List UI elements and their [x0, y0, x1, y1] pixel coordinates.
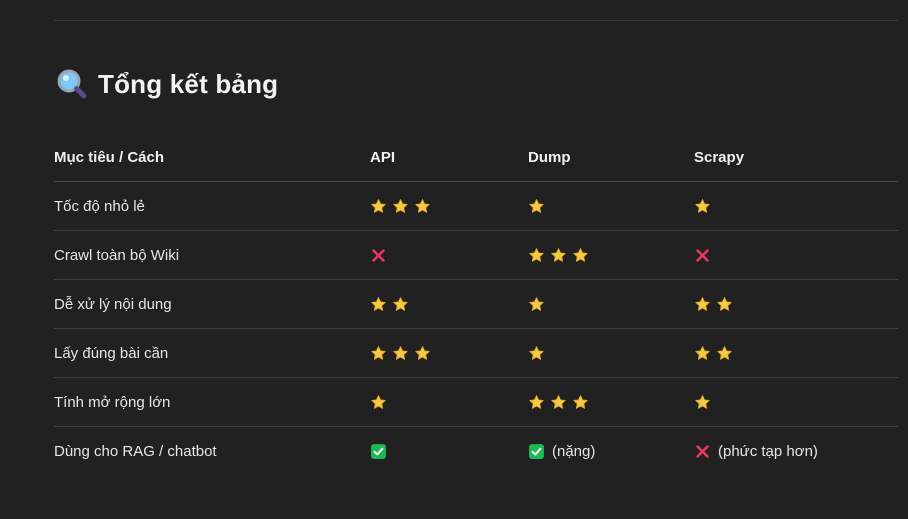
- star-icon: [392, 345, 409, 362]
- row-label: Dễ xử lý nội dung: [54, 279, 370, 329]
- rating-cell-dump: (nặng): [528, 427, 694, 476]
- star-icon: [694, 296, 711, 313]
- rating-cell-dump: [528, 230, 694, 280]
- star-icon: [528, 198, 545, 215]
- rating-cell-scrapy: [694, 377, 898, 427]
- cell-note: (nặng): [552, 442, 596, 460]
- star-icon: [716, 296, 733, 313]
- row-label: Tốc độ nhỏ lẻ: [54, 181, 370, 231]
- star-icon: [528, 394, 545, 411]
- star-icon: [370, 394, 387, 411]
- rating-cell-dump: [528, 181, 694, 231]
- cross-icon: [694, 247, 711, 264]
- section-title: Tổng kết bảng: [98, 68, 279, 99]
- row-label: Lấy đúng bài cần: [54, 328, 370, 378]
- star-icon: [528, 345, 545, 362]
- star-icon: [528, 247, 545, 264]
- table-row: Dễ xử lý nội dung: [54, 279, 898, 329]
- column-header-api: API: [370, 133, 528, 182]
- row-label: Dùng cho RAG / chatbot: [54, 442, 217, 460]
- magnifier-icon: [56, 68, 88, 100]
- star-icon: [550, 247, 567, 264]
- table-row: Tốc độ nhỏ lẻ: [54, 181, 898, 231]
- cross-icon: [370, 247, 387, 264]
- rating-cell-api: [370, 279, 528, 329]
- cross-icon: [694, 443, 711, 460]
- column-header-goal: Mục tiêu / Cách: [54, 133, 370, 182]
- star-icon: [694, 198, 711, 215]
- star-icon: [572, 394, 589, 411]
- table-row: Crawl toàn bộ Wiki: [54, 230, 898, 280]
- rating-cell-api: [370, 181, 528, 231]
- star-icon: [370, 296, 387, 313]
- star-icon: [370, 198, 387, 215]
- rating-cell-api: [370, 328, 528, 378]
- cell-note: (phức tạp hơn): [718, 442, 818, 460]
- star-icon: [392, 198, 409, 215]
- star-icon: [694, 345, 711, 362]
- rating-cell-scrapy: [694, 328, 898, 378]
- page: Tổng kết bảng Mục tiêu / Cách API Dump S…: [0, 0, 908, 519]
- rating-cell-scrapy: [694, 230, 898, 280]
- row-label: Crawl toàn bộ Wiki: [54, 230, 370, 280]
- rating-cell-dump: [528, 279, 694, 329]
- table-row: Dùng cho RAG / chatbot (nặng) (phức tạp hơ…: [54, 427, 898, 476]
- star-icon: [694, 394, 711, 411]
- star-icon: [392, 296, 409, 313]
- section-heading: Tổng kết bảng: [56, 66, 278, 102]
- top-divider: [54, 20, 898, 21]
- table-row: Tính mở rộng lớn: [54, 377, 898, 427]
- table-header-row: Mục tiêu / Cách API Dump Scrapy: [54, 133, 898, 182]
- star-icon: [572, 247, 589, 264]
- rating-cell-api: [370, 377, 528, 427]
- star-icon: [528, 296, 545, 313]
- rating-cell-api: [370, 230, 528, 280]
- row-label: Tính mở rộng lớn: [54, 377, 370, 427]
- star-icon: [550, 394, 567, 411]
- rating-cell-dump: [528, 377, 694, 427]
- column-header-scrapy: Scrapy: [694, 133, 898, 182]
- summary-table: Mục tiêu / Cách API Dump Scrapy Tốc độ n…: [54, 133, 898, 475]
- star-icon: [370, 345, 387, 362]
- rating-cell-scrapy: (phức tạp hơn): [694, 427, 898, 476]
- star-icon: [414, 345, 431, 362]
- check-icon: [528, 443, 545, 460]
- rating-cell-scrapy: [694, 181, 898, 231]
- table-row: Lấy đúng bài cần: [54, 328, 898, 378]
- column-header-dump: Dump: [528, 133, 694, 182]
- rating-cell-api: [370, 427, 528, 476]
- star-icon: [414, 198, 431, 215]
- check-icon: [370, 443, 387, 460]
- rating-cell-scrapy: [694, 279, 898, 329]
- rating-cell-dump: [528, 328, 694, 378]
- star-icon: [716, 345, 733, 362]
